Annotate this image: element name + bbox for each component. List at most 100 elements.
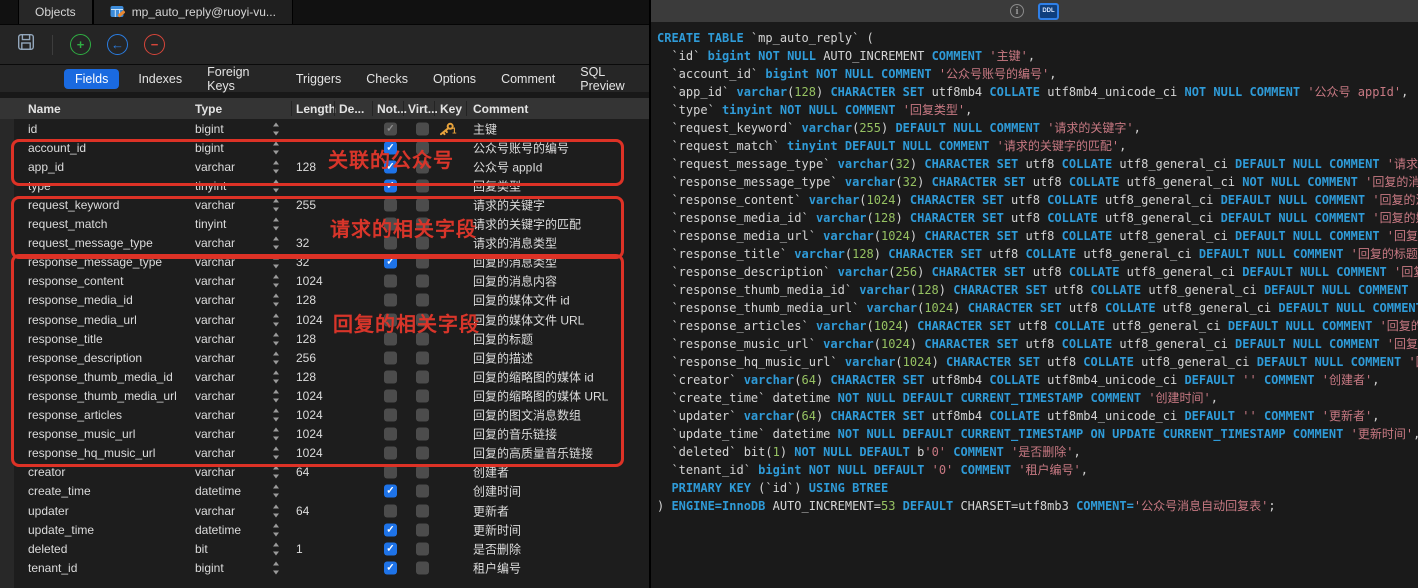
type-stepper-icon[interactable] (272, 523, 281, 536)
not-null-checkbox[interactable] (384, 275, 397, 288)
field-row-type[interactable]: typetinyint回复类型 (0, 176, 649, 195)
virtual-checkbox[interactable] (416, 561, 429, 574)
designer-tab-comment[interactable]: Comment (495, 69, 561, 89)
designer-tab-options[interactable]: Options (427, 69, 482, 89)
not-null-checkbox[interactable] (384, 447, 397, 460)
virtual-checkbox[interactable] (416, 409, 429, 422)
not-null-checkbox[interactable] (384, 294, 397, 307)
type-stepper-icon[interactable] (272, 275, 281, 288)
not-null-checkbox[interactable] (384, 313, 397, 326)
type-stepper-icon[interactable] (272, 351, 281, 364)
field-row-app_id[interactable]: app_idvarchar128公众号 appId (0, 157, 649, 176)
column-header-name[interactable]: Name (28, 102, 61, 116)
designer-tab-fields[interactable]: Fields (64, 69, 119, 89)
not-null-checkbox[interactable] (384, 370, 397, 383)
type-stepper-icon[interactable] (272, 256, 281, 269)
virtual-checkbox[interactable] (416, 504, 429, 517)
field-row-id[interactable]: idbigint1主键 (0, 119, 649, 138)
field-row-account_id[interactable]: account_idbigint公众号账号的编号 (0, 138, 649, 157)
not-null-checkbox[interactable] (384, 332, 397, 345)
field-row-response_description[interactable]: response_descriptionvarchar256回复的描述 (0, 348, 649, 367)
virtual-checkbox[interactable] (416, 275, 429, 288)
type-stepper-icon[interactable] (272, 179, 281, 192)
not-null-checkbox[interactable] (384, 122, 397, 135)
not-null-checkbox[interactable] (384, 466, 397, 479)
tab-objects[interactable]: Objects (18, 0, 93, 24)
virtual-checkbox[interactable] (416, 332, 429, 345)
not-null-checkbox[interactable] (384, 485, 397, 498)
not-null-checkbox[interactable] (384, 389, 397, 402)
virtual-checkbox[interactable] (416, 485, 429, 498)
tab-table-designer[interactable]: mp_auto_reply@ruoyi-vu... (93, 0, 293, 24)
field-row-response_thumb_media_id[interactable]: response_thumb_media_idvarchar128回复的缩略图的… (0, 367, 649, 386)
virtual-checkbox[interactable] (416, 428, 429, 441)
virtual-checkbox[interactable] (416, 141, 429, 154)
type-stepper-icon[interactable] (272, 160, 281, 173)
type-stepper-icon[interactable] (272, 428, 281, 441)
type-stepper-icon[interactable] (272, 389, 281, 402)
type-stepper-icon[interactable] (272, 198, 281, 211)
virtual-checkbox[interactable] (416, 237, 429, 250)
not-null-checkbox[interactable] (384, 542, 397, 555)
not-null-checkbox[interactable] (384, 504, 397, 517)
add-field-button[interactable]: + (70, 34, 91, 55)
field-row-response_music_url[interactable]: response_music_urlvarchar1024回复的音乐链接 (0, 425, 649, 444)
field-row-request_keyword[interactable]: request_keywordvarchar255请求的关键字 (0, 195, 649, 214)
not-null-checkbox[interactable] (384, 179, 397, 192)
type-stepper-icon[interactable] (272, 313, 281, 326)
column-header-comment[interactable]: Comment (473, 102, 528, 116)
virtual-checkbox[interactable] (416, 389, 429, 402)
field-row-response_media_id[interactable]: response_media_idvarchar128回复的媒体文件 id (0, 291, 649, 310)
type-stepper-icon[interactable] (272, 218, 281, 231)
virtual-checkbox[interactable] (416, 256, 429, 269)
designer-tab-triggers[interactable]: Triggers (290, 69, 347, 89)
virtual-checkbox[interactable] (416, 523, 429, 536)
not-null-checkbox[interactable] (384, 351, 397, 364)
field-row-response_content[interactable]: response_contentvarchar1024回复的消息内容 (0, 272, 649, 291)
insert-field-button[interactable]: ← (107, 34, 128, 55)
not-null-checkbox[interactable] (384, 141, 397, 154)
virtual-checkbox[interactable] (416, 218, 429, 231)
not-null-checkbox[interactable] (384, 561, 397, 574)
field-row-create_time[interactable]: create_timedatetime创建时间 (0, 482, 649, 501)
virtual-checkbox[interactable] (416, 122, 429, 135)
virtual-checkbox[interactable] (416, 447, 429, 460)
type-stepper-icon[interactable] (272, 409, 281, 422)
virtual-checkbox[interactable] (416, 160, 429, 173)
not-null-checkbox[interactable] (384, 237, 397, 250)
type-stepper-icon[interactable] (272, 237, 281, 250)
type-stepper-icon[interactable] (272, 542, 281, 555)
type-stepper-icon[interactable] (272, 466, 281, 479)
field-row-deleted[interactable]: deletedbit1是否删除 (0, 539, 649, 558)
field-row-creator[interactable]: creatorvarchar64创建者 (0, 463, 649, 482)
type-stepper-icon[interactable] (272, 561, 281, 574)
field-row-tenant_id[interactable]: tenant_idbigint租户编号 (0, 558, 649, 577)
field-row-response_thumb_media_url[interactable]: response_thumb_media_urlvarchar1024回复的缩略… (0, 386, 649, 405)
virtual-checkbox[interactable] (416, 466, 429, 479)
type-stepper-icon[interactable] (272, 504, 281, 517)
virtual-checkbox[interactable] (416, 351, 429, 364)
virtual-checkbox[interactable] (416, 370, 429, 383)
type-stepper-icon[interactable] (272, 485, 281, 498)
not-null-checkbox[interactable] (384, 256, 397, 269)
field-row-request_message_type[interactable]: request_message_typevarchar32请求的消息类型 (0, 234, 649, 253)
designer-tab-foreign-keys[interactable]: Foreign Keys (201, 62, 277, 96)
virtual-checkbox[interactable] (416, 198, 429, 211)
column-header-de[interactable]: De... (339, 102, 364, 116)
not-null-checkbox[interactable] (384, 218, 397, 231)
field-row-request_match[interactable]: request_matchtinyint请求的关键字的匹配 (0, 215, 649, 234)
not-null-checkbox[interactable] (384, 523, 397, 536)
column-header-key[interactable]: Key (440, 102, 462, 116)
type-stepper-icon[interactable] (272, 370, 281, 383)
field-row-response_title[interactable]: response_titlevarchar128回复的标题 (0, 329, 649, 348)
info-icon[interactable]: i (1010, 4, 1024, 18)
not-null-checkbox[interactable] (384, 409, 397, 422)
type-stepper-icon[interactable] (272, 332, 281, 345)
field-row-response_articles[interactable]: response_articlesvarchar1024回复的图文消息数组 (0, 406, 649, 425)
type-stepper-icon[interactable] (272, 294, 281, 307)
not-null-checkbox[interactable] (384, 428, 397, 441)
designer-tab-sql-preview[interactable]: SQL Preview (574, 62, 649, 96)
ddl-toggle-icon[interactable]: DDL (1038, 3, 1059, 20)
designer-tab-indexes[interactable]: Indexes (132, 69, 188, 89)
column-header-type[interactable]: Type (195, 102, 222, 116)
